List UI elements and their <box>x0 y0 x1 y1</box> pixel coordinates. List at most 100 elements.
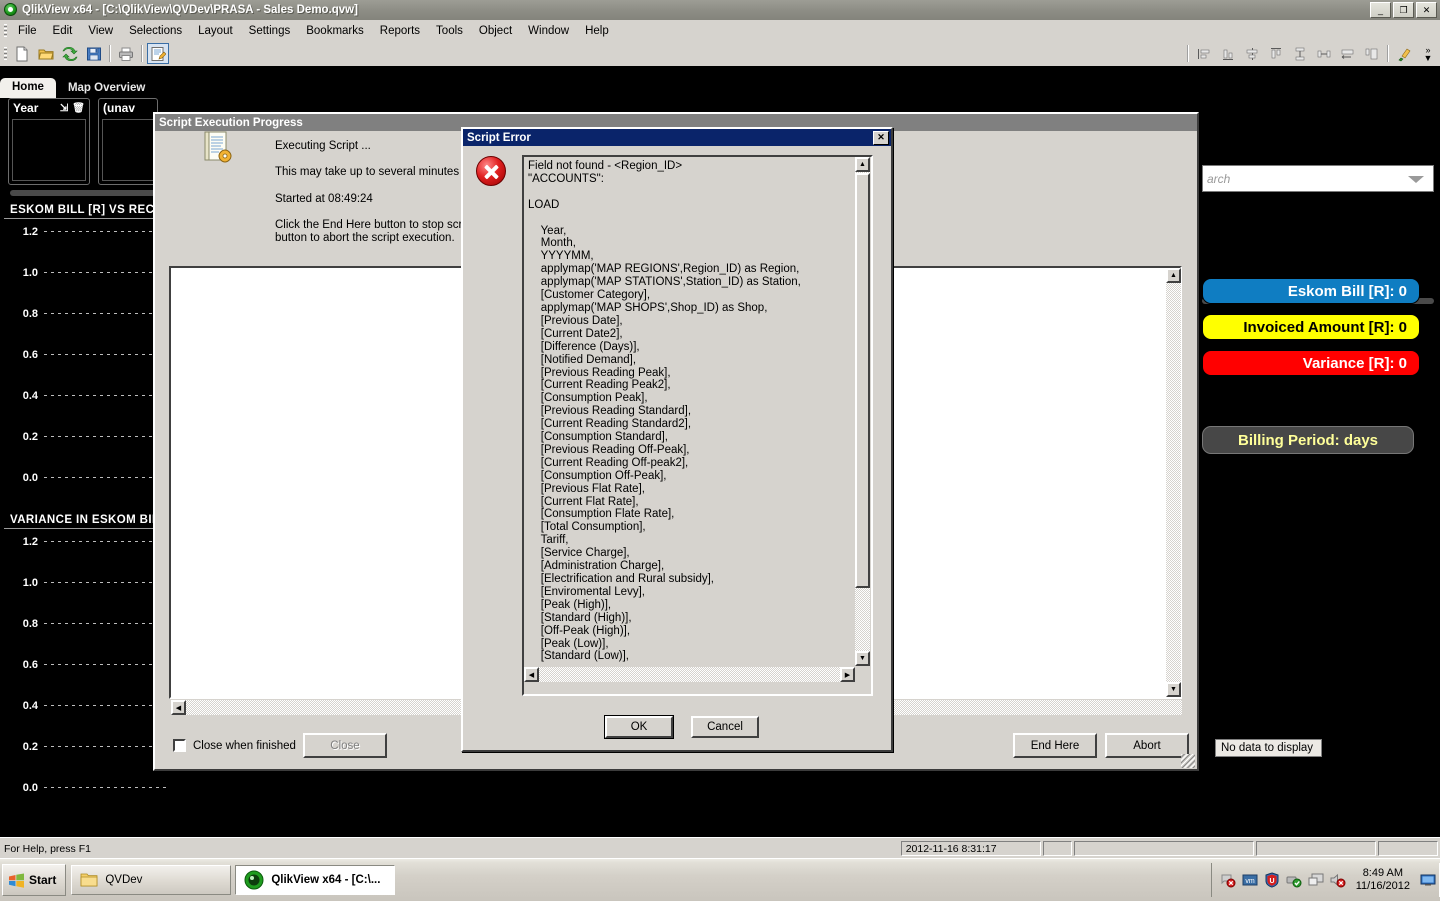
multi-select-icon[interactable]: ⇲ <box>60 103 68 114</box>
listbox-unavailable-body[interactable] <box>102 119 154 181</box>
sheet-tab-home[interactable]: Home <box>0 78 56 98</box>
start-button[interactable]: Start <box>2 864 67 896</box>
windows-logo-icon <box>9 873 24 888</box>
taskbar-item-qlikview[interactable]: QlikView x64 - [C:\... <box>235 865 396 895</box>
menu-file[interactable]: File <box>10 22 45 40</box>
cancel-button[interactable]: Cancel <box>691 716 759 738</box>
maximize-button[interactable]: ❐ <box>1393 2 1414 18</box>
size-width-icon[interactable] <box>1337 43 1359 64</box>
scroll-left-arrow[interactable]: ◀ <box>524 667 539 682</box>
menu-object[interactable]: Object <box>471 22 520 40</box>
menu-selections[interactable]: Selections <box>121 22 190 40</box>
toolbar-drag-handle[interactable] <box>4 46 7 61</box>
open-document-icon[interactable] <box>35 43 57 64</box>
ok-button[interactable]: OK <box>605 716 673 738</box>
menu-edit[interactable]: Edit <box>45 22 81 40</box>
menu-window[interactable]: Window <box>520 22 577 40</box>
clear-selections-icon[interactable] <box>1393 43 1415 64</box>
listbox-year-body[interactable] <box>12 119 86 181</box>
chevron-down-icon[interactable] <box>1405 173 1427 185</box>
gridline <box>44 272 170 273</box>
mdi-close-button[interactable]: ✕ <box>1426 68 1436 82</box>
align-bottom-icon[interactable] <box>1217 43 1239 64</box>
error-dialog-title-bar[interactable]: Script Error ✕ <box>463 129 891 146</box>
clear-icon[interactable]: 🗑 <box>72 103 85 114</box>
gridline-row: 1.2 <box>0 535 170 548</box>
gridline-row: 0.6 <box>0 349 170 361</box>
display-icon[interactable] <box>1308 872 1324 888</box>
menu-tools[interactable]: Tools <box>428 22 471 40</box>
menu-bookmarks[interactable]: Bookmarks <box>298 22 372 40</box>
listbox-year[interactable]: Year ⇲ 🗑 <box>8 98 90 185</box>
scroll-up-arrow[interactable]: ▲ <box>855 157 870 172</box>
mdi-minimize-button[interactable]: _ <box>1390 68 1397 82</box>
reload-icon[interactable] <box>59 43 81 64</box>
volume-muted-icon[interactable] <box>1330 872 1346 888</box>
security-shield-icon[interactable]: U <box>1264 872 1280 888</box>
new-document-icon[interactable] <box>11 43 33 64</box>
kpi-invoiced-amount[interactable]: Invoiced Amount [R]: 0 <box>1202 314 1420 340</box>
menu-reports[interactable]: Reports <box>372 22 428 40</box>
chart-variance-in-eskom-bill[interactable]: VARIANCE IN ESKOM BILL 1.2 1.0 0.8 0.6 0… <box>0 514 170 814</box>
script-error-dialog[interactable]: Script Error ✕ Field not found - <Region… <box>461 127 893 752</box>
menu-view[interactable]: View <box>80 22 121 40</box>
gridline-row: 0.2 <box>0 741 170 753</box>
distribute-h-icon[interactable] <box>1313 43 1335 64</box>
y-tick-label: 1.2 <box>22 535 38 548</box>
align-center-icon[interactable] <box>1241 43 1263 64</box>
chart-plot-area: 1.2 1.0 0.8 0.6 0.4 0.2 0.0 <box>0 226 170 496</box>
menu-drag-handle[interactable] <box>4 23 7 38</box>
distribute-v-icon[interactable] <box>1289 43 1311 64</box>
error-message-horizontal-scrollbar[interactable]: ◀ ▶ <box>524 667 855 682</box>
remote-desktop-icon[interactable] <box>1420 872 1436 888</box>
close-when-finished-checkbox[interactable] <box>173 739 186 752</box>
abort-button[interactable]: Abort <box>1105 733 1189 758</box>
y-tick-label: 0.0 <box>22 781 38 794</box>
scroll-right-arrow[interactable]: ▶ <box>840 667 855 682</box>
status-help-text: For Help, press F1 <box>4 842 91 855</box>
scroll-down-arrow[interactable]: ▼ <box>855 651 870 666</box>
error-dialog-close-button[interactable]: ✕ <box>873 130 889 145</box>
edit-script-icon[interactable] <box>147 43 169 64</box>
scroll-thumb[interactable] <box>855 173 870 588</box>
menu-settings[interactable]: Settings <box>241 22 299 40</box>
align-left-icon[interactable] <box>1193 43 1215 64</box>
windows-taskbar: Start QVDev QlikView x64 - [C:\... vm U … <box>0 858 1440 901</box>
scroll-down-arrow[interactable]: ▼ <box>1166 682 1181 697</box>
vm-icon[interactable]: vm <box>1242 872 1258 888</box>
end-here-button[interactable]: End Here <box>1013 733 1097 758</box>
status-cell-5 <box>1378 841 1438 856</box>
kpi-eskom-bill[interactable]: Eskom Bill [R]: 0 <box>1202 278 1420 304</box>
gridline <box>44 231 170 232</box>
scroll-left-arrow[interactable]: ◀ <box>171 700 186 715</box>
taskbar-item-qvdev[interactable]: QVDev <box>71 865 232 895</box>
mdi-restore-button[interactable]: ❐ <box>1406 68 1417 82</box>
minimize-button[interactable]: _ <box>1370 2 1391 18</box>
taskbar-clock[interactable]: 8:49 AM 11/16/2012 <box>1356 867 1410 893</box>
resize-grip[interactable] <box>1181 754 1195 768</box>
print-icon[interactable] <box>115 43 137 64</box>
chart-eskom-bill-vs-recovery[interactable]: ESKOM BILL [R] VS RECOV 1.2 1.0 0.8 0.6 … <box>0 204 170 504</box>
kpi-variance[interactable]: Variance [R]: 0 <box>1202 350 1420 376</box>
kpi-billing-period[interactable]: Billing Period: days <box>1202 426 1414 454</box>
menu-help[interactable]: Help <box>577 22 617 40</box>
error-message-panel[interactable]: Field not found - <Region_ID> "ACCOUNTS"… <box>522 155 873 696</box>
save-icon[interactable] <box>83 43 105 64</box>
progress-log-vertical-scrollbar[interactable]: ▲ ▼ <box>1166 268 1181 697</box>
close-when-finished-row[interactable]: Close when finished <box>173 739 296 752</box>
status-bar: For Help, press F1 2012-11-16 8:31:17 <box>0 837 1440 859</box>
search-input[interactable]: arch <box>1202 165 1434 192</box>
left-panel-horizontal-scrollbar[interactable] <box>10 190 158 196</box>
listbox-unavailable[interactable]: (unav <box>98 98 158 185</box>
sheet-tab-map-overview[interactable]: Map Overview <box>56 80 157 98</box>
align-top-icon[interactable] <box>1265 43 1287 64</box>
scroll-up-arrow[interactable]: ▲ <box>1166 268 1181 283</box>
menu-layout[interactable]: Layout <box>190 22 241 40</box>
network-disconnected-icon[interactable] <box>1220 872 1236 888</box>
size-height-icon[interactable] <box>1361 43 1383 64</box>
toolbar-separator <box>109 45 111 62</box>
close-button[interactable]: ✕ <box>1416 2 1437 18</box>
error-message-vertical-scrollbar[interactable]: ▲ ▼ <box>855 157 870 666</box>
toolbar-overflow-button[interactable]: » ▼ <box>1417 43 1439 64</box>
usb-ok-icon[interactable] <box>1286 872 1302 888</box>
